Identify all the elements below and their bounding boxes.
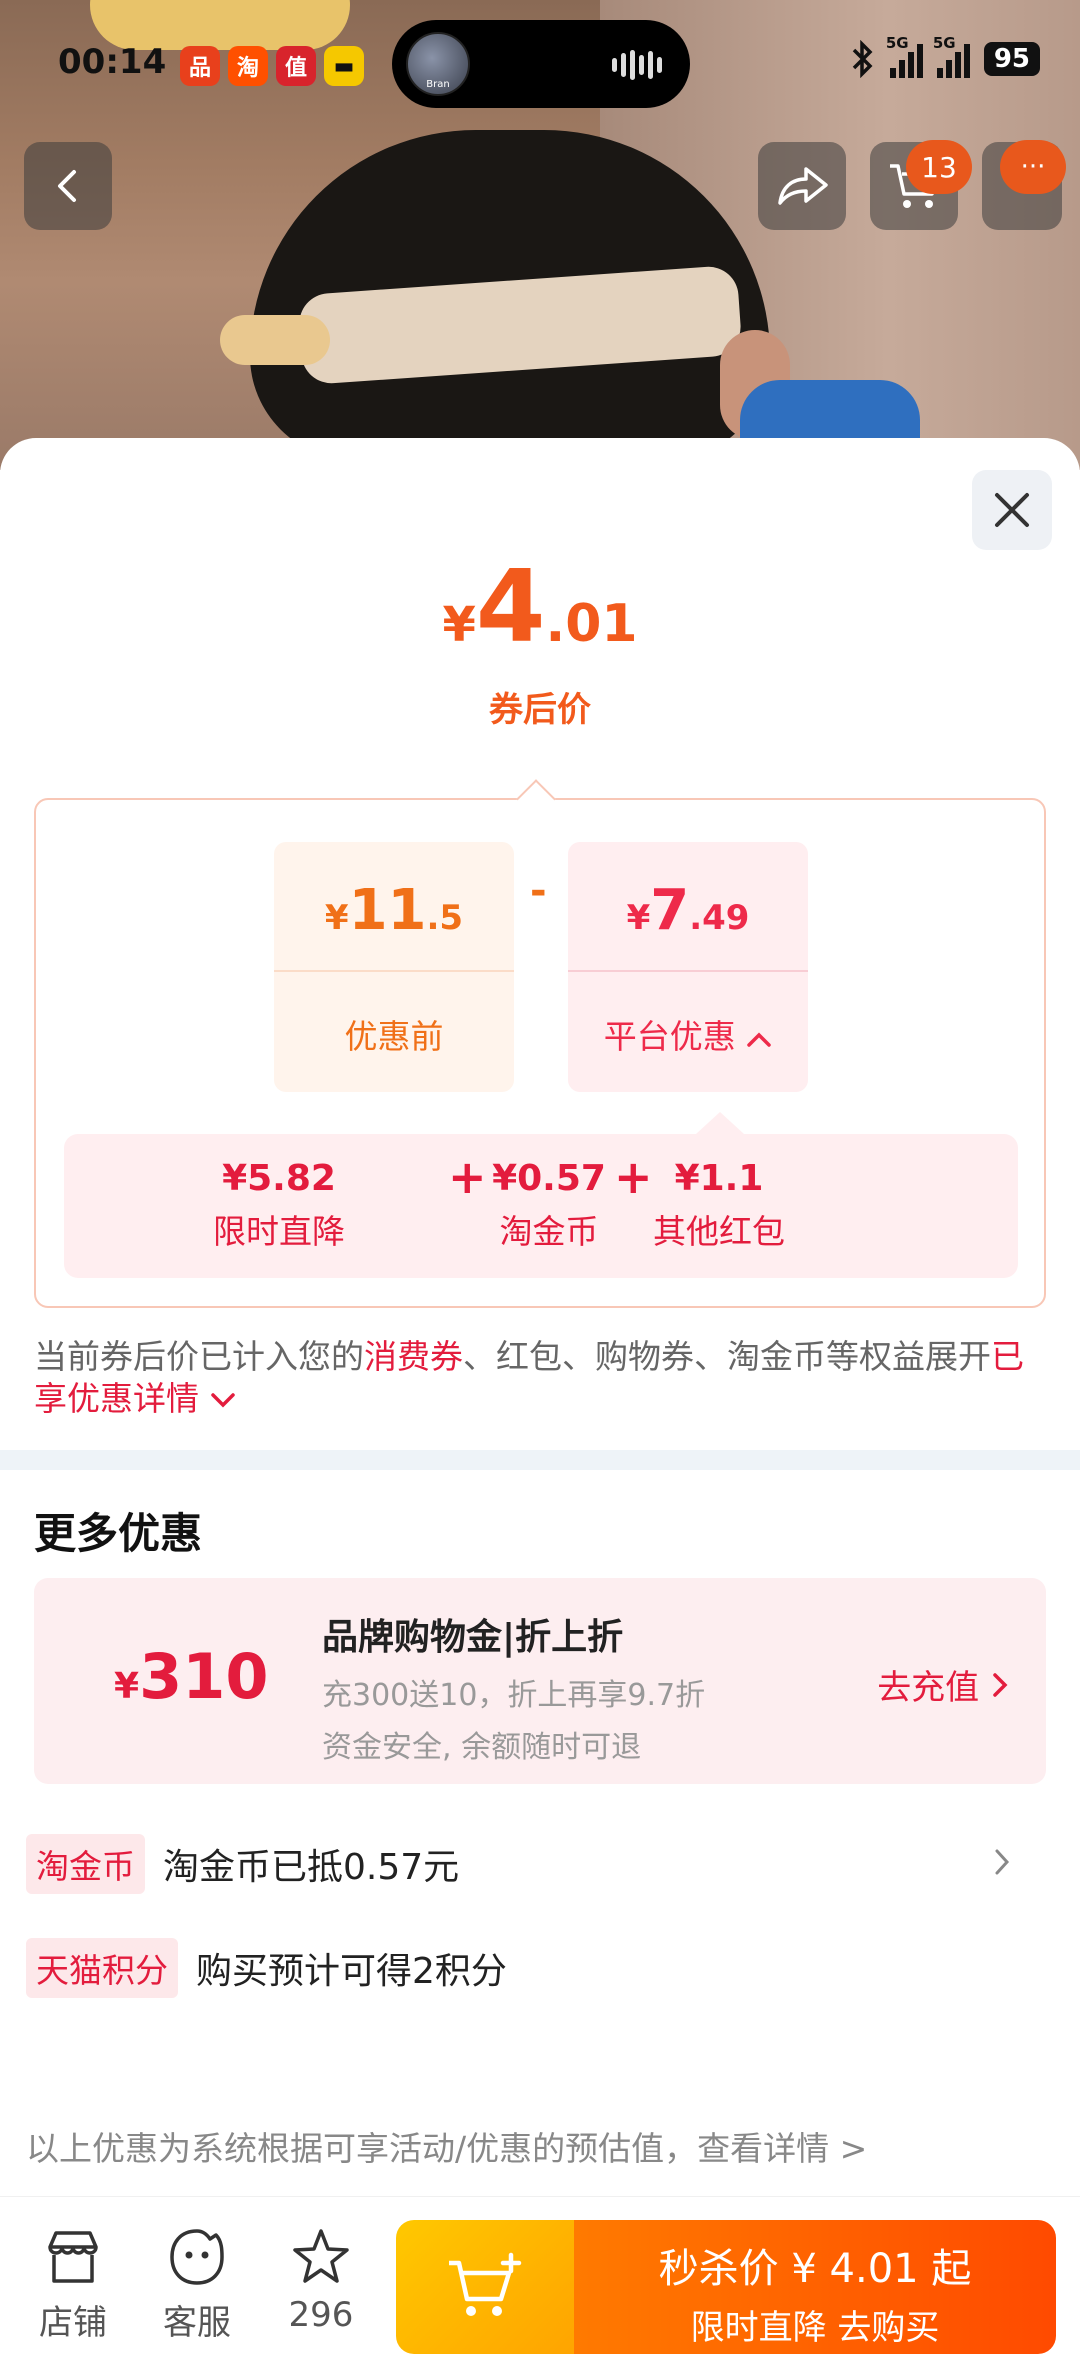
tmall-points-tag: 天猫积分 xyxy=(26,1938,178,1998)
shop-label: 店铺 xyxy=(39,2303,107,2343)
add-cart-icon xyxy=(449,2252,522,2316)
platform-discount: ¥7.49 xyxy=(626,878,750,943)
favorite-button[interactable]: 296 xyxy=(266,2227,376,2335)
app-icon: 淘 xyxy=(228,46,268,86)
share-button[interactable] xyxy=(758,142,846,230)
customer-service-button[interactable]: 客服 xyxy=(142,2227,252,2344)
status-time: 00:14 xyxy=(58,42,167,82)
coupon-link[interactable]: 消费券 xyxy=(364,1337,463,1376)
final-price: ¥4.01 xyxy=(442,548,638,665)
card-title: 品牌购物金|折上折 xyxy=(322,1617,624,1658)
tmall-points-text: 购买预计可得2积分 xyxy=(196,1951,507,1992)
status-app-icons: 品 淘 值 ▬ xyxy=(180,46,364,86)
disclaimer-link[interactable]: 以上优惠为系统根据可享活动/优惠的预估值，查看详情 > xyxy=(26,2122,867,2170)
original-price: ¥11.5 xyxy=(324,878,464,943)
more-offers-title: 更多优惠 xyxy=(34,1509,203,1558)
service-label: 客服 xyxy=(163,2303,231,2343)
flash-sale-price: 秒杀价 ¥ 4.01 起 xyxy=(658,2246,972,2292)
cart-count-badge: 13 xyxy=(906,140,972,194)
platform-discount-label: 平台优惠 xyxy=(568,1010,808,1058)
island-avatar-text: Bran xyxy=(426,79,450,90)
card-line2: 资金安全, 余额随时可退 xyxy=(322,1730,642,1765)
share-icon xyxy=(778,167,828,205)
close-icon xyxy=(995,493,1029,527)
discount-note: 当前券后价已计入您的消费券、红包、购物券、淘金币等权益展开已享优惠详情 xyxy=(34,1337,1024,1418)
minus-sign: - xyxy=(530,868,547,914)
signal-5g-icon: 5G xyxy=(886,34,923,78)
taojinbi-row[interactable]: 淘金币 淘金币已抵0.57元 xyxy=(26,1834,459,1894)
app-icon: 品 xyxy=(180,46,220,86)
avatar: Bran xyxy=(406,32,470,96)
add-to-cart-button[interactable] xyxy=(396,2220,574,2354)
discount-item: ¥1.1 其他红包 xyxy=(653,1158,785,1251)
audio-wave-icon xyxy=(612,50,662,80)
chevron-right-icon xyxy=(993,1673,1008,1697)
dynamic-island[interactable]: Bran xyxy=(392,20,690,108)
original-price-label: 优惠前 xyxy=(344,1017,444,1056)
chevron-up-icon xyxy=(747,1032,771,1047)
buy-now-button[interactable]: 秒杀价 ¥ 4.01 起 限时直降 去购买 xyxy=(574,2220,1056,2354)
chevron-right-icon[interactable] xyxy=(992,1846,1012,1878)
price-breakdown: ¥11.5 优惠前 - ¥7.49 平台优惠 ¥5.82 限时直降 + ¥0.5… xyxy=(34,779,1046,1308)
store-icon xyxy=(48,2231,98,2283)
buy-now-label: 限时直降 去购买 xyxy=(690,2308,940,2348)
shop-button[interactable]: 店铺 xyxy=(18,2227,128,2344)
shopping-gold-card[interactable]: ¥310 品牌购物金|折上折 充300送10，折上再享9.7折 资金安全, 余额… xyxy=(34,1578,1046,1784)
chat-face-icon xyxy=(170,2229,224,2285)
back-icon xyxy=(58,170,76,202)
tmall-points-row: 天猫积分 购买预计可得2积分 xyxy=(26,1938,507,1998)
close-button[interactable] xyxy=(972,470,1052,550)
section-divider xyxy=(0,1450,1080,1470)
app-icon: 值 xyxy=(276,46,316,86)
discount-detail-box: ¥5.82 限时直降 + ¥0.57 淘金币 + ¥1.1 其他红包 xyxy=(64,1112,1018,1278)
status-indicators: 5G 5G 95 xyxy=(850,34,1040,78)
final-price-label: 券后价 xyxy=(489,690,591,730)
discount-item: ¥5.82 限时直降 xyxy=(213,1158,345,1251)
chevron-down-icon[interactable] xyxy=(210,1390,236,1410)
star-icon xyxy=(293,2229,349,2283)
taojinbi-text: 淘金币已抵0.57元 xyxy=(163,1847,460,1888)
more-icon[interactable]: ··· xyxy=(1000,140,1066,194)
card-line1: 充300送10，折上再享9.7折 xyxy=(322,1678,706,1713)
favorite-count: 296 xyxy=(288,2295,354,2335)
bluetooth-icon xyxy=(852,40,873,78)
original-price-box: ¥11.5 优惠前 xyxy=(274,842,514,1092)
signal-5g-icon: 5G xyxy=(933,34,970,78)
buy-section: 秒杀价 ¥ 4.01 起 限时直降 去购买 xyxy=(396,2220,1056,2354)
back-button[interactable] xyxy=(24,142,112,230)
battery-level: 95 xyxy=(983,42,1040,76)
app-icon: ▬ xyxy=(324,46,364,86)
recharge-button[interactable]: 去充值 xyxy=(877,1660,1010,1709)
card-amount: ¥310 xyxy=(114,1640,269,1713)
platform-discount-box[interactable]: ¥7.49 平台优惠 xyxy=(568,842,808,1092)
taojinbi-tag: 淘金币 xyxy=(26,1834,145,1894)
